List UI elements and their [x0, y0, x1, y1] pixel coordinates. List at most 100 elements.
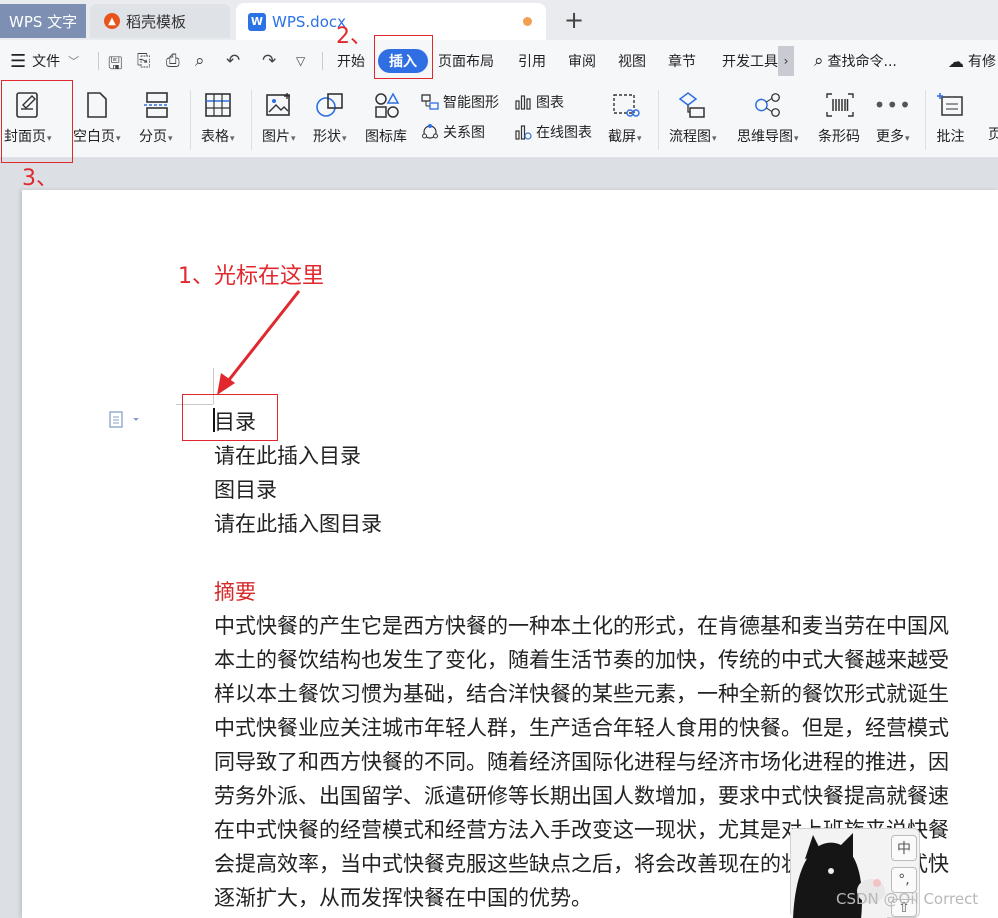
- command-search[interactable]: ⌕ 查找命令...: [814, 40, 897, 82]
- comment-button[interactable]: 批注: [936, 90, 966, 146]
- save-icon[interactable]: 🖫: [108, 51, 122, 80]
- figure-toc-placeholder[interactable]: 请在此插入图目录: [214, 508, 382, 538]
- menu-tab-chapter-label: 章节: [668, 54, 696, 70]
- body-line[interactable]: 中式快餐业应关注城市年轻人群，生产适合年轻人食用的快餐。但是，经营模式: [214, 712, 949, 742]
- blank-page-button[interactable]: 空白页: [73, 90, 121, 146]
- new-tab-button[interactable]: +: [564, 6, 584, 34]
- picture-icon: [264, 90, 294, 120]
- daoke-logo-icon: ▲: [104, 13, 120, 29]
- menu-divider: [322, 52, 323, 70]
- format-painter-icon[interactable]: ⎘: [137, 51, 151, 71]
- relation-diagram-icon: [421, 123, 439, 141]
- tab-template-label: 稻壳模板: [126, 12, 187, 31]
- online-chart-button[interactable]: 在线图表: [514, 122, 592, 142]
- barcode-label: 条形码: [818, 129, 860, 145]
- tab-document-label: WPS.docx: [272, 12, 346, 31]
- cloud-sync-button[interactable]: ☁ 有修: [948, 40, 996, 82]
- print-preview-icon[interactable]: ⌕: [195, 51, 205, 71]
- insert-ribbon: 封面页 空白页 分页 表格 图片 形状 图标库: [0, 82, 998, 158]
- flowchart-icon: [678, 90, 708, 120]
- tab-wps-app[interactable]: WPS 文字: [0, 4, 86, 38]
- picture-button[interactable]: 图片: [262, 90, 296, 146]
- icon-library-icon: [372, 90, 402, 120]
- more-button[interactable]: ••• 更多: [873, 90, 912, 146]
- file-menu[interactable]: ☰ 文件 ﹀: [10, 40, 79, 82]
- menu-tab-references[interactable]: 引用: [518, 40, 546, 82]
- menu-tab-developer-label: 开发工具: [722, 54, 778, 70]
- barcode-icon: [825, 90, 855, 120]
- page-break-label: 分页: [139, 126, 173, 146]
- relation-diagram-label: 关系图: [443, 125, 485, 141]
- table-icon: [203, 90, 233, 120]
- tab-template[interactable]: ▲ 稻壳模板: [90, 4, 230, 38]
- icon-library-button[interactable]: 图标库: [365, 90, 408, 146]
- figure-toc-title[interactable]: 图目录: [214, 474, 277, 504]
- menu-scroll-right-button[interactable]: ›: [778, 46, 794, 76]
- annotation-box-insert: [374, 35, 433, 79]
- redo-icon[interactable]: ↷: [262, 51, 276, 71]
- annotation-box-cover: [1, 80, 73, 163]
- relation-diagram-button[interactable]: 关系图: [421, 122, 485, 142]
- flowchart-button[interactable]: 流程图: [669, 90, 717, 146]
- menu-tab-chapter[interactable]: 章节: [668, 40, 696, 82]
- online-chart-icon: [514, 123, 532, 141]
- blank-page-label: 空白页: [73, 126, 121, 146]
- ribbon-overflow-item[interactable]: 页: [988, 124, 998, 144]
- hamburger-icon: ☰: [10, 50, 27, 72]
- screenshot-icon: [610, 90, 640, 120]
- page-break-icon: [141, 90, 171, 120]
- ime-language-label: 中: [897, 841, 911, 857]
- watermark: CSDN @Oil Correct: [836, 890, 979, 908]
- body-line[interactable]: 样以本土餐饮习惯为基础，结合洋快餐的某些元素，一种全新的餐饮形式就诞生: [214, 678, 949, 708]
- mindmap-button[interactable]: 思维导图: [737, 90, 799, 146]
- table-button[interactable]: 表格: [201, 90, 235, 146]
- menu-tab-page-layout[interactable]: 页面布局: [438, 40, 494, 82]
- chevron-down-icon: ﹀: [68, 55, 80, 68]
- print-icon[interactable]: ⎙: [166, 51, 180, 71]
- ime-punctuation-label: °,: [898, 872, 910, 888]
- ribbon-divider: [925, 90, 926, 150]
- file-menu-label: 文件: [32, 54, 61, 70]
- menu-tab-developer[interactable]: 开发工具: [722, 40, 778, 82]
- mindmap-icon: [753, 90, 783, 120]
- menu-tab-review[interactable]: 审阅: [568, 40, 596, 82]
- unsaved-indicator-icon: [523, 17, 532, 26]
- annotation-arrow-icon: [217, 290, 301, 395]
- ime-language-toggle[interactable]: 中: [891, 835, 917, 861]
- ribbon-overflow-label: 页: [988, 127, 998, 143]
- menu-tab-view[interactable]: 视图: [618, 40, 646, 82]
- menu-bar: ☰ 文件 ﹀ 🖫 ⎘ ⎙ ⌕ ↶ ↷ ▽ 开始 插入 页面布局 引用 审阅 视图…: [0, 40, 998, 82]
- toc-placeholder[interactable]: 请在此插入目录: [214, 440, 361, 470]
- body-line[interactable]: 同导致了和西方快餐的不同。随着经济国际化进程与经济市场化进程的推进，因: [214, 746, 949, 776]
- page-break-button[interactable]: 分页: [139, 90, 173, 146]
- barcode-button[interactable]: 条形码: [818, 90, 861, 146]
- command-search-placeholder: 查找命令...: [827, 54, 897, 70]
- body-line[interactable]: 中式快餐的产生它是西方快餐的一种本土化的形式，在肯德基和麦当劳在中国风: [214, 610, 949, 640]
- undo-icon[interactable]: ↶: [226, 51, 240, 71]
- mindmap-label: 思维导图: [737, 126, 799, 146]
- ribbon-divider: [190, 90, 191, 150]
- shape-label: 形状: [313, 126, 347, 146]
- body-line[interactable]: 逐渐扩大，从而发挥快餐在中国的优势。: [214, 882, 592, 912]
- chart-label: 图表: [536, 95, 564, 111]
- cloud-icon: ☁: [948, 51, 964, 71]
- comment-label: 批注: [936, 129, 965, 145]
- body-line[interactable]: 本土的餐饮结构也发生了变化，随着生活节奏的加快，传统的中式大餐越来越受: [214, 644, 949, 674]
- screenshot-button[interactable]: 截屏: [608, 90, 642, 146]
- body-line[interactable]: 劳务外派、出国留学、派遣研修等长期出国人数增加，要求中式快餐提高就餐速: [214, 780, 949, 810]
- picture-label: 图片: [262, 126, 296, 146]
- cloud-sync-label: 有修: [968, 54, 996, 70]
- menu-tab-page-layout-label: 页面布局: [438, 54, 494, 70]
- quick-access-more-icon[interactable]: ▽: [296, 54, 305, 68]
- more-dots-icon: •••: [873, 93, 912, 117]
- chart-button[interactable]: 图表: [514, 92, 564, 112]
- menu-divider: [98, 52, 99, 70]
- abstract-heading[interactable]: 摘要: [214, 576, 256, 606]
- shape-button[interactable]: 形状: [313, 90, 347, 146]
- menu-tab-start-label: 开始: [337, 54, 365, 70]
- ribbon-divider: [251, 90, 252, 150]
- ribbon-divider: [658, 90, 659, 150]
- screenshot-label: 截屏: [608, 126, 642, 146]
- smart-shape-button[interactable]: 智能图形: [421, 92, 499, 112]
- paragraph-handle-icon[interactable]: [108, 410, 142, 430]
